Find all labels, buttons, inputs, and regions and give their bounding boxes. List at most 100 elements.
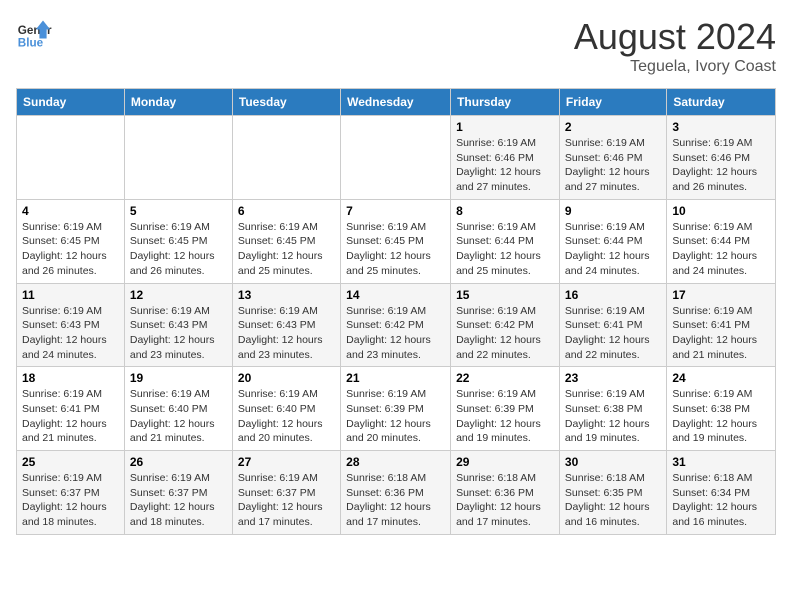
day-number: 21: [346, 371, 445, 385]
calendar-cell: 1 Sunrise: 6:19 AM Sunset: 6:46 PM Daylig…: [451, 116, 560, 200]
day-number: 24: [672, 371, 770, 385]
day-info: Sunrise: 6:18 AM Sunset: 6:34 PM Dayligh…: [672, 471, 770, 530]
day-info: Sunrise: 6:19 AM Sunset: 6:43 PM Dayligh…: [130, 304, 227, 363]
day-number: 20: [238, 371, 335, 385]
day-info: Sunrise: 6:19 AM Sunset: 6:40 PM Dayligh…: [130, 387, 227, 446]
logo: General Blue: [16, 16, 52, 52]
calendar-cell: 24 Sunrise: 6:19 AM Sunset: 6:38 PM Dayli…: [667, 367, 776, 451]
day-info: Sunrise: 6:19 AM Sunset: 6:43 PM Dayligh…: [22, 304, 119, 363]
weekday-header: Thursday: [451, 89, 560, 116]
calendar-cell: 23Sunrise: 6:19 AM Sunset: 6:38 PM Dayli…: [559, 367, 666, 451]
day-number: 25: [22, 455, 119, 469]
calendar-cell: 26Sunrise: 6:19 AM Sunset: 6:37 PM Dayli…: [124, 451, 232, 535]
weekday-header: Friday: [559, 89, 666, 116]
day-info: Sunrise: 6:19 AM Sunset: 6:46 PM Dayligh…: [456, 136, 554, 195]
calendar-cell: [341, 116, 451, 200]
day-number: 9: [565, 204, 661, 218]
calendar-cell: 29 Sunrise: 6:18 AM Sunset: 6:36 PM Dayli…: [451, 451, 560, 535]
calendar-cell: 3 Sunrise: 6:19 AM Sunset: 6:46 PM Daylig…: [667, 116, 776, 200]
day-info: Sunrise: 6:19 AM Sunset: 6:39 PM Dayligh…: [456, 387, 554, 446]
day-number: 1: [456, 120, 554, 134]
weekday-header: Wednesday: [341, 89, 451, 116]
calendar-cell: 21 Sunrise: 6:19 AM Sunset: 6:39 PM Dayli…: [341, 367, 451, 451]
day-number: 30: [565, 455, 661, 469]
day-number: 26: [130, 455, 227, 469]
day-number: 10: [672, 204, 770, 218]
weekday-header: Tuesday: [232, 89, 340, 116]
weekday-header: Saturday: [667, 89, 776, 116]
calendar-cell: 30 Sunrise: 6:18 AM Sunset: 6:35 PM Dayli…: [559, 451, 666, 535]
title-area: August 2024 Teguela, Ivory Coast: [574, 16, 776, 76]
calendar-cell: 19Sunrise: 6:19 AM Sunset: 6:40 PM Dayli…: [124, 367, 232, 451]
day-info: Sunrise: 6:19 AM Sunset: 6:37 PM Dayligh…: [22, 471, 119, 530]
calendar-cell: [124, 116, 232, 200]
day-info: Sunrise: 6:19 AM Sunset: 6:43 PM Dayligh…: [238, 304, 335, 363]
calendar-cell: 9 Sunrise: 6:19 AM Sunset: 6:44 PM Daylig…: [559, 199, 666, 283]
day-number: 17: [672, 288, 770, 302]
calendar-cell: 11 Sunrise: 6:19 AM Sunset: 6:43 PM Dayli…: [17, 283, 125, 367]
calendar-cell: 25 Sunrise: 6:19 AM Sunset: 6:37 PM Dayli…: [17, 451, 125, 535]
day-info: Sunrise: 6:19 AM Sunset: 6:45 PM Dayligh…: [238, 220, 335, 279]
day-info: Sunrise: 6:19 AM Sunset: 6:38 PM Dayligh…: [672, 387, 770, 446]
day-info: Sunrise: 6:19 AM Sunset: 6:46 PM Dayligh…: [565, 136, 661, 195]
calendar-cell: 5 Sunrise: 6:19 AM Sunset: 6:45 PM Daylig…: [124, 199, 232, 283]
day-number: 29: [456, 455, 554, 469]
calendar-cell: 13 Sunrise: 6:19 AM Sunset: 6:43 PM Dayli…: [232, 283, 340, 367]
calendar-cell: 20 Sunrise: 6:19 AM Sunset: 6:40 PM Dayli…: [232, 367, 340, 451]
weekday-header: Sunday: [17, 89, 125, 116]
calendar-cell: 4Sunrise: 6:19 AM Sunset: 6:45 PM Daylig…: [17, 199, 125, 283]
calendar-cell: [232, 116, 340, 200]
day-info: Sunrise: 6:18 AM Sunset: 6:36 PM Dayligh…: [346, 471, 445, 530]
day-info: Sunrise: 6:19 AM Sunset: 6:44 PM Dayligh…: [456, 220, 554, 279]
day-info: Sunrise: 6:19 AM Sunset: 6:44 PM Dayligh…: [565, 220, 661, 279]
day-info: Sunrise: 6:19 AM Sunset: 6:37 PM Dayligh…: [238, 471, 335, 530]
day-number: 3: [672, 120, 770, 134]
day-info: Sunrise: 6:19 AM Sunset: 6:41 PM Dayligh…: [672, 304, 770, 363]
calendar-cell: 8 Sunrise: 6:19 AM Sunset: 6:44 PM Daylig…: [451, 199, 560, 283]
day-number: 28: [346, 455, 445, 469]
day-number: 12: [130, 288, 227, 302]
day-info: Sunrise: 6:19 AM Sunset: 6:46 PM Dayligh…: [672, 136, 770, 195]
day-number: 13: [238, 288, 335, 302]
calendar-cell: 28 Sunrise: 6:18 AM Sunset: 6:36 PM Dayli…: [341, 451, 451, 535]
day-info: Sunrise: 6:19 AM Sunset: 6:39 PM Dayligh…: [346, 387, 445, 446]
day-number: 11: [22, 288, 119, 302]
calendar-cell: 22 Sunrise: 6:19 AM Sunset: 6:39 PM Dayli…: [451, 367, 560, 451]
day-number: 16: [565, 288, 661, 302]
day-info: Sunrise: 6:19 AM Sunset: 6:45 PM Dayligh…: [130, 220, 227, 279]
day-number: 14: [346, 288, 445, 302]
day-info: Sunrise: 6:18 AM Sunset: 6:35 PM Dayligh…: [565, 471, 661, 530]
day-info: Sunrise: 6:19 AM Sunset: 6:44 PM Dayligh…: [672, 220, 770, 279]
calendar-table: SundayMondayTuesdayWednesdayThursdayFrid…: [16, 88, 776, 535]
day-number: 31: [672, 455, 770, 469]
calendar-cell: 7 Sunrise: 6:19 AM Sunset: 6:45 PM Daylig…: [341, 199, 451, 283]
calendar-cell: 17 Sunrise: 6:19 AM Sunset: 6:41 PM Dayli…: [667, 283, 776, 367]
day-info: Sunrise: 6:19 AM Sunset: 6:45 PM Dayligh…: [346, 220, 445, 279]
day-number: 7: [346, 204, 445, 218]
calendar-cell: 10 Sunrise: 6:19 AM Sunset: 6:44 PM Dayli…: [667, 199, 776, 283]
day-number: 18: [22, 371, 119, 385]
calendar-cell: 2 Sunrise: 6:19 AM Sunset: 6:46 PM Daylig…: [559, 116, 666, 200]
day-info: Sunrise: 6:19 AM Sunset: 6:41 PM Dayligh…: [565, 304, 661, 363]
calendar-cell: 31 Sunrise: 6:18 AM Sunset: 6:34 PM Dayli…: [667, 451, 776, 535]
svg-text:Blue: Blue: [18, 37, 44, 50]
day-number: 8: [456, 204, 554, 218]
day-number: 2: [565, 120, 661, 134]
calendar-title: August 2024: [574, 16, 776, 58]
logo-icon: General Blue: [16, 16, 52, 52]
calendar-cell: 27Sunrise: 6:19 AM Sunset: 6:37 PM Dayli…: [232, 451, 340, 535]
day-number: 15: [456, 288, 554, 302]
calendar-cell: 6 Sunrise: 6:19 AM Sunset: 6:45 PM Daylig…: [232, 199, 340, 283]
day-number: 6: [238, 204, 335, 218]
header: General Blue August 2024 Teguela, Ivory …: [16, 16, 776, 76]
calendar-subtitle: Teguela, Ivory Coast: [574, 58, 776, 76]
day-info: Sunrise: 6:18 AM Sunset: 6:36 PM Dayligh…: [456, 471, 554, 530]
day-number: 4: [22, 204, 119, 218]
day-number: 5: [130, 204, 227, 218]
day-number: 22: [456, 371, 554, 385]
calendar-cell: 15 Sunrise: 6:19 AM Sunset: 6:42 PM Dayli…: [451, 283, 560, 367]
calendar-cell: 16 Sunrise: 6:19 AM Sunset: 6:41 PM Dayli…: [559, 283, 666, 367]
day-info: Sunrise: 6:19 AM Sunset: 6:42 PM Dayligh…: [346, 304, 445, 363]
day-info: Sunrise: 6:19 AM Sunset: 6:42 PM Dayligh…: [456, 304, 554, 363]
day-info: Sunrise: 6:19 AM Sunset: 6:40 PM Dayligh…: [238, 387, 335, 446]
